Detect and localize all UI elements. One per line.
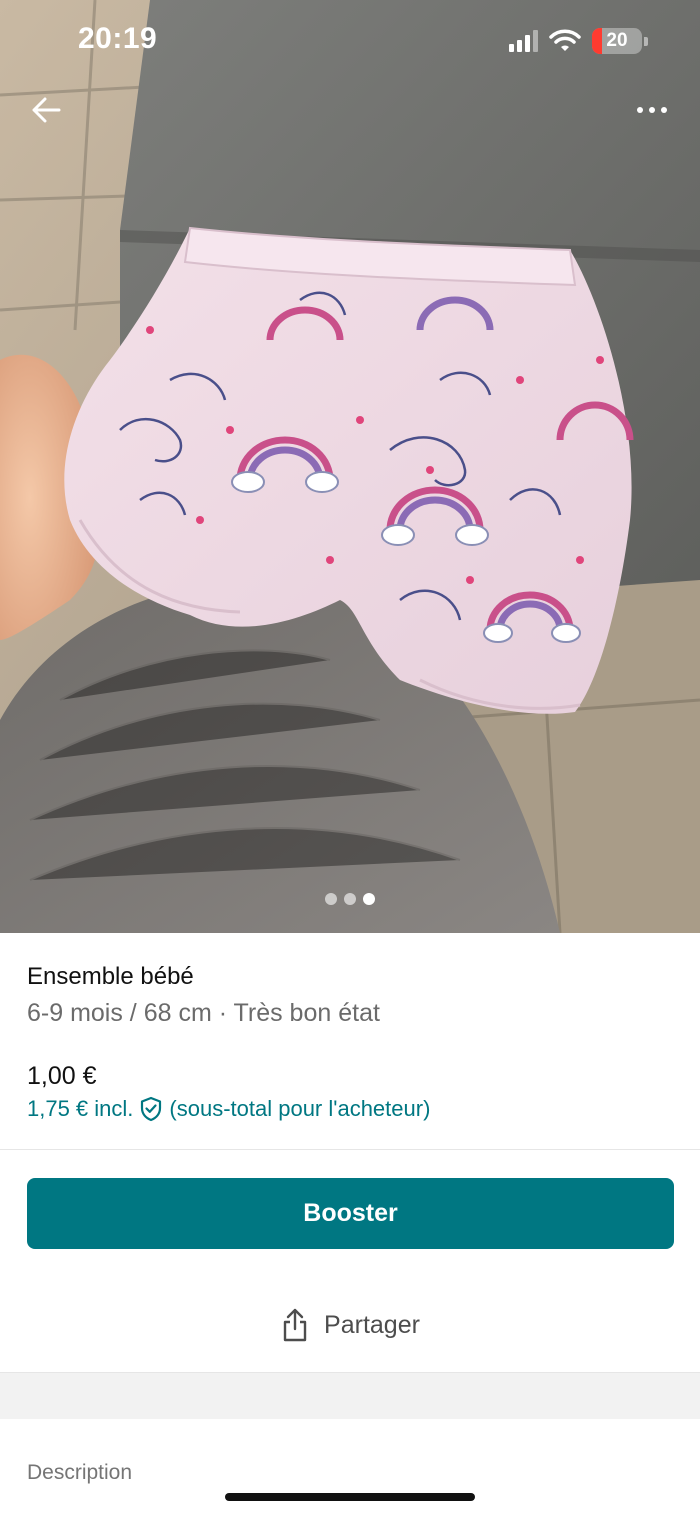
ellipsis-icon bbox=[637, 107, 643, 113]
buyer-price-info[interactable]: 1,75 € incl. (sous-total pour l'acheteur… bbox=[27, 1096, 430, 1122]
product-photo-image bbox=[0, 0, 700, 933]
status-bar: 20:19 20 bbox=[0, 0, 700, 84]
divider bbox=[0, 1149, 700, 1150]
arrow-left-icon bbox=[32, 97, 61, 123]
item-title: Ensemble bébé bbox=[27, 963, 194, 990]
pager-dot[interactable] bbox=[325, 893, 337, 905]
share-label: Partager bbox=[324, 1310, 420, 1339]
pager-dot[interactable] bbox=[344, 893, 356, 905]
share-button[interactable]: Partager bbox=[0, 1293, 700, 1357]
section-separator bbox=[0, 1373, 700, 1419]
home-indicator[interactable] bbox=[225, 1493, 475, 1501]
share-icon bbox=[283, 1308, 307, 1342]
product-photo[interactable] bbox=[0, 0, 700, 933]
battery-level: 20 bbox=[606, 30, 628, 51]
battery-icon: 20 bbox=[592, 28, 642, 54]
pager-dot-active[interactable] bbox=[363, 893, 375, 905]
battery-tip bbox=[644, 36, 648, 46]
back-button[interactable] bbox=[26, 90, 66, 130]
wifi-icon bbox=[549, 29, 581, 51]
item-subtitle: 6-9 mois / 68 cm · Très bon état bbox=[27, 999, 380, 1027]
gallery-pager[interactable] bbox=[0, 893, 700, 905]
item-price: 1,00 € bbox=[27, 1062, 97, 1090]
shield-check-icon bbox=[141, 1096, 162, 1122]
buyer-price: 1,75 € incl. bbox=[27, 1096, 134, 1121]
more-options-button[interactable] bbox=[630, 92, 674, 128]
status-time: 20:19 bbox=[78, 22, 158, 55]
buyer-price-note: (sous-total pour l'acheteur) bbox=[169, 1096, 431, 1121]
status-indicators: 20 bbox=[509, 28, 648, 54]
cellular-signal-icon bbox=[509, 30, 538, 52]
description-heading: Description bbox=[27, 1461, 133, 1484]
booster-button[interactable]: Booster bbox=[27, 1178, 674, 1249]
